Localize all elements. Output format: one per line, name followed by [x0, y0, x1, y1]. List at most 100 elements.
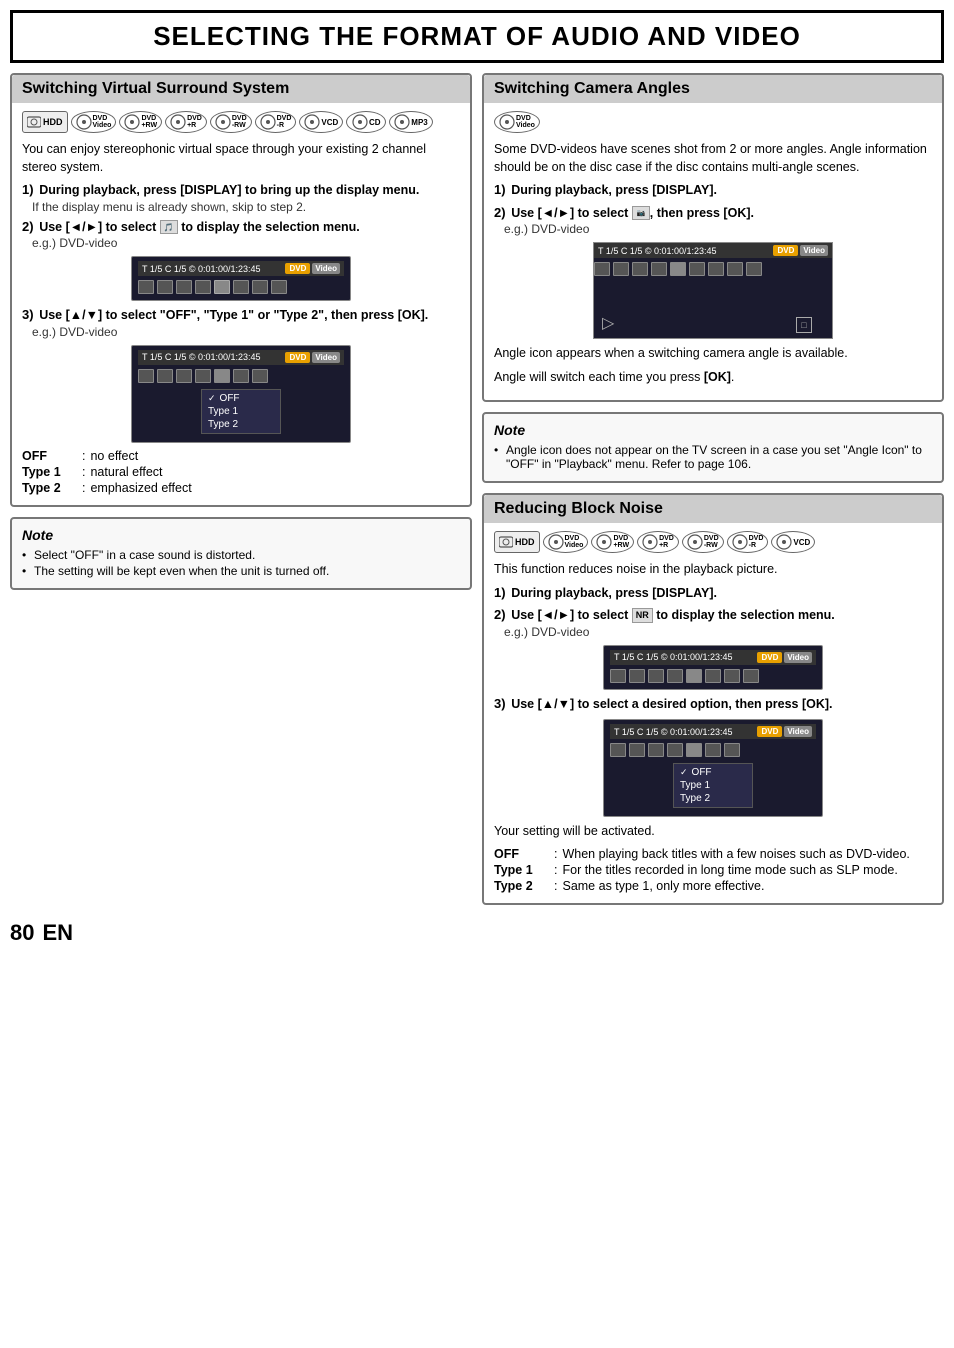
- surround-note-list: Select "OFF" in a case sound is distorte…: [22, 548, 460, 578]
- surround-definitions: OFF : no effect Type 1 : natural effect …: [22, 449, 460, 495]
- dvd-r-minus-icon: DVD-R: [255, 111, 297, 133]
- noise-screen-1-topbar: T 1/5 C 1/5 © 0:01:00/1:23:45 DVD Video: [610, 650, 816, 665]
- right-column: Switching Camera Angles DVDVideo Some DV…: [482, 73, 944, 905]
- camera-note-title: Note: [494, 422, 932, 438]
- surround-def-type2-term: Type 2: [22, 481, 77, 495]
- noise-step-3-label: 3): [494, 696, 506, 711]
- dvd-r-plus-icon: DVD+R: [165, 111, 207, 133]
- surround-step-3-sub: e.g.) DVD-video: [32, 325, 460, 339]
- dvd-label-2: DVD: [285, 352, 310, 363]
- cam-icon-1: [594, 262, 610, 276]
- surround-screen-1-icons: [138, 278, 344, 296]
- noise-vcd-icon: VCD: [771, 531, 815, 553]
- camera-step-2-sub: e.g.) DVD-video: [504, 222, 932, 236]
- surround-def-off-colon: :: [82, 449, 85, 463]
- video-label: Video: [312, 263, 340, 274]
- noise-step-3: 3) Use [▲/▼] to select a desired option,…: [494, 696, 932, 714]
- surround-def-off-term: OFF: [22, 449, 77, 463]
- surround-step-3-label: 3): [22, 307, 34, 322]
- surround-screen-1-topbar: T 1/5 C 1/5 © 0:01:00/1:23:45 DVD Video: [138, 261, 344, 276]
- noise-hdd-icon: HDD: [494, 531, 540, 553]
- bottom-bar: 80 EN: [10, 920, 944, 946]
- noise-menu-off: ✓ OFF: [680, 766, 746, 779]
- noise-dvd-r-minus-icon: DVD-R: [727, 531, 769, 553]
- screen-icon-2: [157, 280, 173, 294]
- screen-icon-5-selected: [214, 280, 230, 294]
- noise-def-type1-term: Type 1: [494, 863, 549, 877]
- s2-icon-3: [176, 369, 192, 383]
- camera-screen-icons: [594, 260, 832, 278]
- noise-screen-2: T 1/5 C 1/5 © 0:01:00/1:23:45 DVD Video: [603, 719, 823, 817]
- noise-dvd-label: DVD: [757, 652, 782, 663]
- noise-dvd-rw-minus-icon: DVD-RW: [682, 531, 724, 553]
- noise-screen-1-info: T 1/5 C 1/5 © 0:01:00/1:23:45: [614, 652, 733, 662]
- surround-media-icons: HDD DVDVideo DVD+RW DVD+R: [22, 111, 460, 133]
- noise-def-off: OFF : When playing back titles with a fe…: [494, 847, 932, 861]
- screen-icon-8: [271, 280, 287, 294]
- surround-screen-2: T 1/5 C 1/5 © 0:01:00/1:23:45 DVD Video: [131, 345, 351, 443]
- cam-icon-3: [632, 262, 648, 276]
- noise-video-label: Video: [784, 652, 812, 663]
- noise-def-off-desc: When playing back titles with a few nois…: [562, 847, 909, 861]
- surround-def-off: OFF : no effect: [22, 449, 460, 463]
- surround-menu-off: ✓ OFF: [208, 392, 274, 405]
- n2-icon-2: [629, 743, 645, 757]
- n2-icon-7: [724, 743, 740, 757]
- surround-screen-2-topbar: T 1/5 C 1/5 © 0:01:00/1:23:45 DVD Video: [138, 350, 344, 365]
- camera-screen: T 1/5 C 1/5 © 0:01:00/1:23:45 DVD Video: [593, 242, 833, 339]
- noise-menu-type2: Type 2: [680, 792, 746, 805]
- surround-def-type1: Type 1 : natural effect: [22, 465, 460, 479]
- n1-icon-6: [705, 669, 721, 683]
- surround-screen-1: T 1/5 C 1/5 © 0:01:00/1:23:45 DVD Video: [131, 256, 351, 301]
- angle-indicator: □: [796, 317, 812, 333]
- camera-intro: Some DVD-videos have scenes shot from 2 …: [494, 141, 932, 176]
- noise-def-type1-colon: :: [554, 863, 557, 877]
- n1-icon-1: [610, 669, 626, 683]
- noise-dvd-r-plus-icon: DVD+R: [637, 531, 679, 553]
- noise-def-type2-colon: :: [554, 879, 557, 893]
- surround-step-2-label: 2): [22, 219, 34, 234]
- s2-icon-6: [233, 369, 249, 383]
- cam-icon-7: [708, 262, 724, 276]
- noise-section: Reducing Block Noise HDD DVDVideo DVD+RW: [482, 493, 944, 905]
- noise-step-2-sub: e.g.) DVD-video: [504, 625, 932, 639]
- video-label-2: Video: [312, 352, 340, 363]
- screen-icon-4: [195, 280, 211, 294]
- surround-title: Switching Virtual Surround System: [12, 75, 470, 103]
- surround-def-type1-desc: natural effect: [90, 465, 162, 479]
- n2-icon-1: [610, 743, 626, 757]
- surround-section: Switching Virtual Surround System HDD DV…: [10, 73, 472, 507]
- surround-step-2-text: Use [◄/►] to select 🎵 to display the sel…: [39, 220, 360, 234]
- surround-menu-type2: Type 2: [208, 418, 274, 431]
- cd-icon: CD: [346, 111, 386, 133]
- noise-menu-type1: Type 1: [680, 779, 746, 792]
- camera-dvd-video-icon: DVDVideo: [494, 111, 540, 133]
- screen-icon-1: [138, 280, 154, 294]
- cam-icon-4: [651, 262, 667, 276]
- camera-media-icons: DVDVideo: [494, 111, 932, 133]
- surround-def-type1-colon: :: [82, 465, 85, 479]
- noise-screen-2-topbar: T 1/5 C 1/5 © 0:01:00/1:23:45 DVD Video: [610, 724, 816, 739]
- noise-def-off-term: OFF: [494, 847, 549, 861]
- s2-icon-2: [157, 369, 173, 383]
- hdd-icon: HDD: [22, 111, 68, 133]
- noise-screen-1: T 1/5 C 1/5 © 0:01:00/1:23:45 DVD Video: [603, 645, 823, 690]
- play-icon: ▷: [602, 313, 614, 333]
- mp3-icon: MP3: [389, 111, 432, 133]
- n2-icon-3: [648, 743, 664, 757]
- check-icon: ✓: [208, 393, 216, 404]
- n1-icon-8: [743, 669, 759, 683]
- noise-title: Reducing Block Noise: [484, 495, 942, 523]
- n1-icon-2: [629, 669, 645, 683]
- camera-step-2-label: 2): [494, 205, 506, 220]
- dvd-rw-minus-icon: DVD-RW: [210, 111, 252, 133]
- n1-icon-4: [667, 669, 683, 683]
- noise-screen-1-icons: [610, 667, 816, 685]
- camera-dvd-label: DVD: [773, 245, 798, 256]
- noise-dvd-label-2: DVD: [757, 726, 782, 737]
- vcd-icon: VCD: [299, 111, 343, 133]
- surround-step-2-sub: e.g.) DVD-video: [32, 236, 460, 250]
- noise-check-icon: ✓: [680, 767, 688, 778]
- noise-definitions: OFF : When playing back titles with a fe…: [494, 847, 932, 893]
- surround-menu-type1: Type 1: [208, 405, 274, 418]
